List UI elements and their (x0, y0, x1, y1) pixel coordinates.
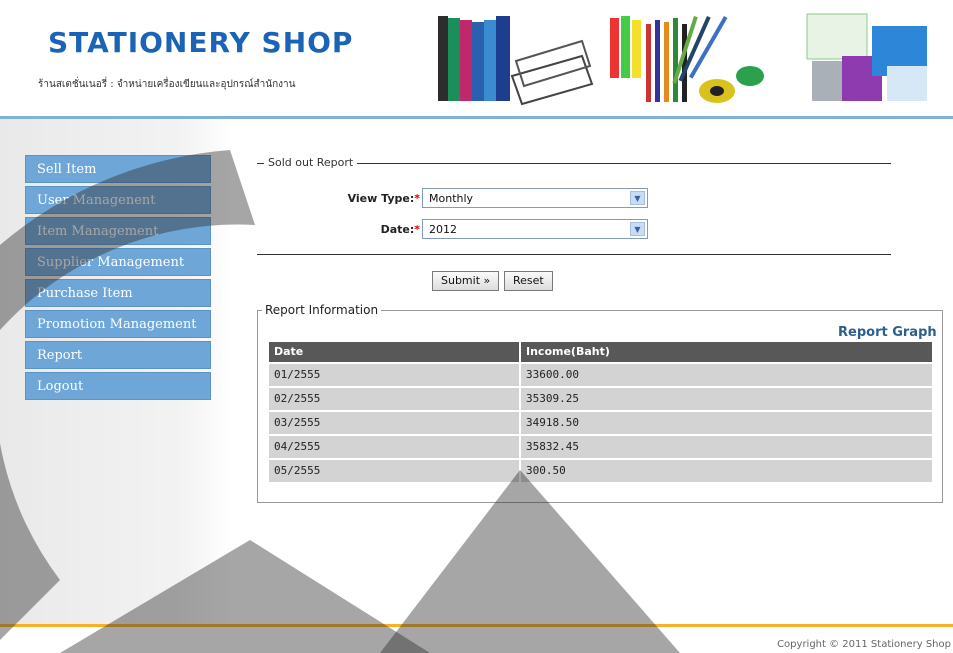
submit-button[interactable]: Submit » (432, 271, 500, 291)
date-cell: 01/2555 (269, 364, 521, 386)
table-row: 03/2555 34918.50 (269, 412, 932, 434)
sold-out-report-legend: Sold out Report (264, 156, 358, 169)
nav-item-item-management[interactable]: Item Management (25, 217, 211, 245)
table-header-row: Date Income(Baht) (269, 342, 932, 362)
nav-item-user-management[interactable]: User Managenent (25, 186, 211, 214)
reset-button[interactable]: Reset (504, 271, 553, 291)
nav-item-promotion-management[interactable]: Promotion Management (25, 310, 211, 338)
date-select[interactable]: 2012 ▼ (422, 219, 648, 239)
income-cell: 35832.45 (526, 440, 579, 453)
report-table: Date Income(Baht) 01/2555 33600.00 02/25… (269, 342, 932, 484)
column-header-income: Income(Baht) (526, 345, 610, 358)
nav-item-purchase-item[interactable]: Purchase Item (25, 279, 211, 307)
footer-divider (0, 624, 953, 627)
header: STATIONERY SHOP ร้านสเตชั่นเนอรี่ : จำหน… (0, 0, 953, 119)
chevron-down-icon[interactable]: ▼ (630, 222, 645, 236)
date-cell: 03/2555 (269, 412, 521, 434)
date-label: Date:* (380, 223, 420, 236)
date-cell: 04/2555 (269, 436, 521, 458)
report-graph-link[interactable]: Report Graph (838, 325, 937, 340)
date-value: 2012 (429, 223, 457, 236)
view-type-value: Monthly (429, 192, 474, 205)
shop-logo[interactable]: STATIONERY SHOP (48, 26, 353, 59)
nav-item-report[interactable]: Report (25, 341, 211, 369)
date-cell: 05/2555 (269, 460, 521, 482)
column-header-date: Date (269, 342, 521, 362)
income-cell: 33600.00 (526, 368, 579, 381)
table-row: 02/2555 35309.25 (269, 388, 932, 410)
main-content: Sold out Report View Type:* Monthly ▼ Da… (232, 119, 953, 624)
date-row: Date:* (292, 219, 420, 241)
table-row: 05/2555 300.50 (269, 460, 932, 482)
view-type-row: View Type:* (292, 188, 420, 210)
sidebar-nav: Sell Item User Managenent Item Managemen… (25, 155, 211, 403)
report-information-legend: Report Information (262, 303, 382, 317)
form-separator (257, 254, 891, 255)
nav-item-logout[interactable]: Logout (25, 372, 211, 400)
income-cell: 300.50 (526, 464, 566, 477)
nav-item-supplier-management[interactable]: Supplier Management (25, 248, 211, 276)
view-type-select[interactable]: Monthly ▼ (422, 188, 648, 208)
income-cell: 35309.25 (526, 392, 579, 405)
chevron-down-icon[interactable]: ▼ (630, 191, 645, 205)
income-cell: 34918.50 (526, 416, 579, 429)
nav-item-sell-item[interactable]: Sell Item (25, 155, 211, 183)
stationery-banner-image (438, 13, 927, 106)
date-cell: 02/2555 (269, 388, 521, 410)
view-type-label: View Type:* (347, 192, 420, 205)
copyright-text: Copyright © 2011 Stationery Shop (777, 639, 951, 650)
shop-tagline: ร้านสเตชั่นเนอรี่ : จำหน่ายเครื่องเขียนแ… (38, 79, 296, 90)
table-row: 04/2555 35832.45 (269, 436, 932, 458)
table-row: 01/2555 33600.00 (269, 364, 932, 386)
